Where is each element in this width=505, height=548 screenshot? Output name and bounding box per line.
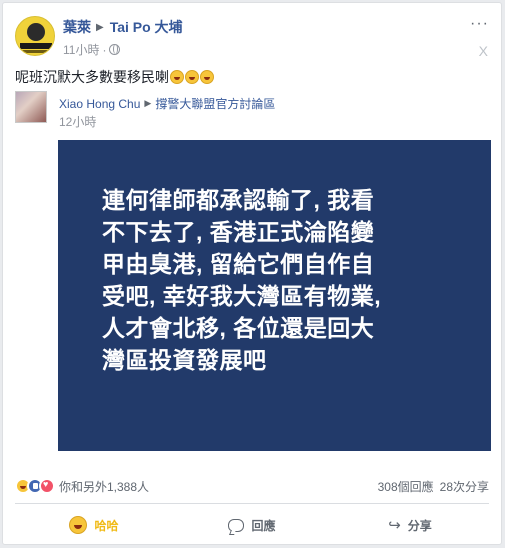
shared-time[interactable]: 12小時 (59, 113, 96, 130)
shared-author[interactable]: Xiao Hong Chu (59, 97, 140, 111)
rofl-emoji-icon (170, 70, 184, 84)
more-options-button[interactable]: ··· (470, 15, 489, 33)
post-author-line: 葉萊 ▶ Tai Po 大埔 (63, 17, 183, 37)
post-meta: 11小時 · (63, 41, 121, 58)
haha-label: 哈哈 (94, 518, 119, 533)
comment-count[interactable]: 308個回應 (378, 478, 434, 495)
haha-button[interactable]: 哈哈 (15, 516, 173, 534)
comment-button[interactable]: 回應 (173, 517, 331, 534)
shared-author-line: Xiao Hong Chu ▶ 撐警大聯盟官方討論區 (59, 95, 275, 112)
page-avatar[interactable] (15, 16, 55, 56)
engagement-counts: 308個回應 28次分享 (378, 478, 489, 495)
love-reaction-icon[interactable] (39, 478, 55, 494)
comment-label: 回應 (251, 518, 276, 533)
haha-icon (69, 516, 88, 534)
shared-author-avatar[interactable] (15, 91, 47, 123)
post-text: 呢班沉默大多數要移民喇 (15, 67, 214, 87)
shared-group[interactable]: 撐警大聯盟官方討論區 (155, 95, 275, 112)
post-group[interactable]: Tai Po 大埔 (110, 17, 183, 37)
avatar-badge-text (22, 50, 50, 53)
action-bar: 哈哈 回應 ↪ 分享 (15, 509, 489, 541)
image-line: 受吧, 幸好我大灣區有物業, (102, 283, 382, 309)
arrow-right-icon: ▶ (96, 21, 104, 33)
globe-icon[interactable] (109, 44, 121, 55)
rofl-emoji-icon (200, 70, 214, 84)
reactions-bar: 你和另外1,388人 308個回應 28次分享 (15, 475, 489, 497)
image-text: 連何律師都承認輸了, 我看 不下去了, 香港正式淪陷變 甲由臭港, 留給它們自作… (102, 184, 458, 376)
divider (15, 503, 489, 504)
reaction-count[interactable]: 你和另外1,388人 (59, 478, 149, 495)
avatar-face (27, 23, 45, 41)
arrow-right-icon: ▶ (144, 98, 152, 108)
post-time[interactable]: 11小時 (63, 41, 99, 58)
image-line: 灣區投資發展吧 (102, 347, 267, 373)
post-message: 呢班沉默大多數要移民喇 (15, 69, 169, 85)
share-button[interactable]: ↪ 分享 (331, 516, 489, 534)
image-line: 人才會北移, 各位還是回大 (102, 315, 375, 341)
image-line: 甲由臭港, 留給它們自作自 (102, 251, 375, 277)
post-author[interactable]: 葉萊 (63, 17, 91, 37)
close-button[interactable]: X (479, 43, 488, 59)
avatar-badge (20, 43, 52, 49)
share-icon: ↪ (388, 517, 401, 534)
share-label: 分享 (407, 518, 432, 533)
post-card: 葉萊 ▶ Tai Po 大埔 11小時 · ··· X 呢班沉默大多數要移民喇 … (2, 2, 502, 545)
rofl-emoji-icon (185, 70, 199, 84)
image-line: 不下去了, 香港正式淪陷變 (102, 219, 375, 245)
post-image[interactable]: 連何律師都承認輸了, 我看 不下去了, 香港正式淪陷變 甲由臭港, 留給它們自作… (58, 140, 491, 451)
share-count[interactable]: 28次分享 (440, 478, 489, 495)
meta-separator: · (102, 42, 107, 57)
comment-icon (228, 518, 245, 532)
image-line: 連何律師都承認輸了, 我看 (102, 187, 375, 213)
